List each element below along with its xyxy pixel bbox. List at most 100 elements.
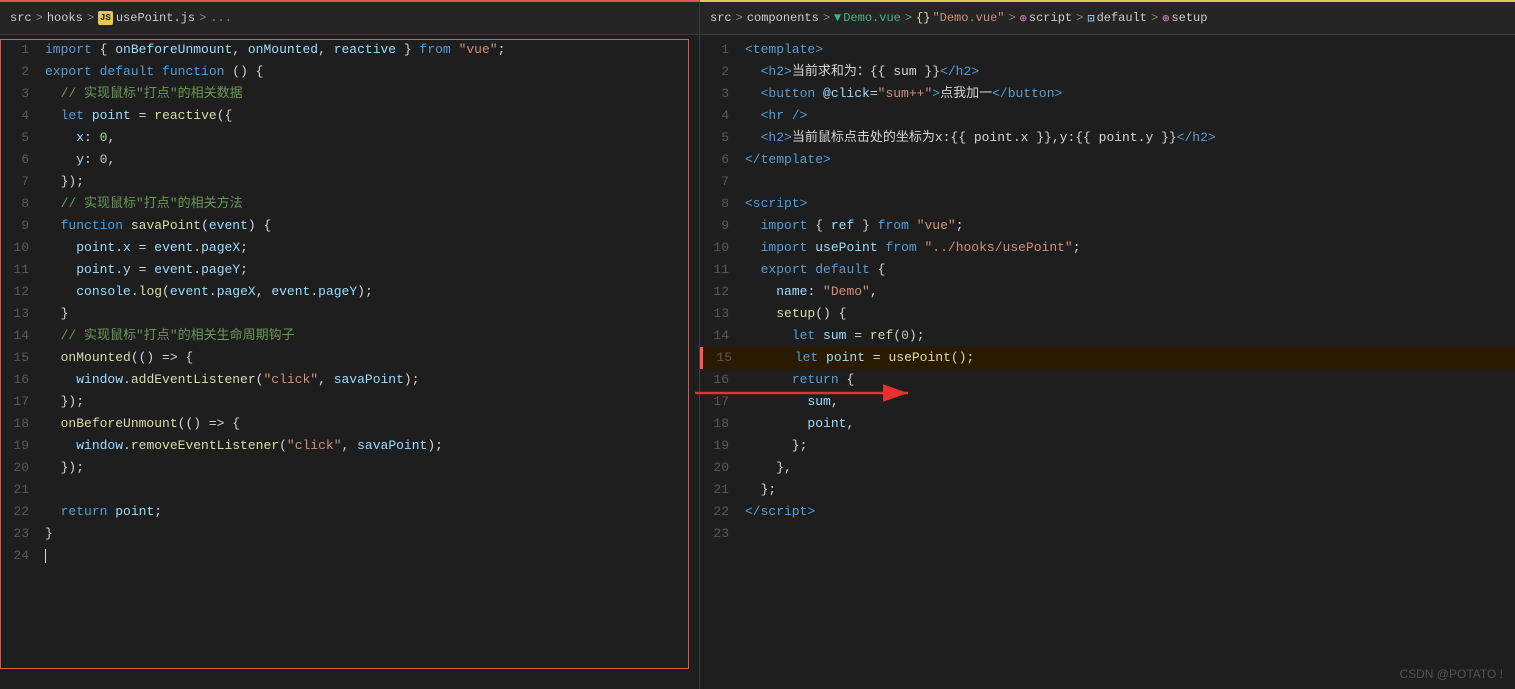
line-num: 24: [0, 545, 45, 567]
line-num: 2: [0, 61, 45, 83]
bc-r-components: components: [747, 11, 819, 25]
bc-r-demovue-str: "Demo.vue": [932, 11, 1004, 25]
code-line: 11 export default {: [700, 259, 1515, 281]
script-bc-icon: ⊕: [1020, 11, 1027, 26]
code-line: 3 <button @click="sum++">点我加一</button>: [700, 83, 1515, 105]
line-num: 6: [0, 149, 45, 171]
code-line: 13 setup() {: [700, 303, 1515, 325]
line-num: 11: [700, 259, 745, 281]
line-content: return point;: [45, 501, 699, 523]
code-line: 3 // 实现鼠标"打点"的相关数据: [0, 83, 699, 105]
bc-r-sep1: >: [736, 11, 743, 25]
line-content: </template>: [745, 149, 1515, 171]
line-content: point,: [745, 413, 1515, 435]
line-num: 22: [0, 501, 45, 523]
code-line: 16 return {: [700, 369, 1515, 391]
line-num: 17: [0, 391, 45, 413]
code-line: 23: [700, 523, 1515, 545]
code-line: 21: [0, 479, 699, 501]
code-line: 24: [0, 545, 699, 567]
code-line: 17 });: [0, 391, 699, 413]
line-num: 11: [0, 259, 45, 281]
line-content: x: 0,: [45, 127, 699, 149]
line-num: 10: [700, 237, 745, 259]
line-content: <button @click="sum++">点我加一</button>: [745, 83, 1515, 105]
line-num: 4: [0, 105, 45, 127]
bc-r-demo[interactable]: Demo.vue: [843, 11, 901, 25]
code-line: 8 // 实现鼠标"打点"的相关方法: [0, 193, 699, 215]
line-content: });: [45, 391, 699, 413]
line-content: export default function () {: [45, 61, 699, 83]
line-num: 9: [0, 215, 45, 237]
code-line: 19 window.removeEventListener("click", s…: [0, 435, 699, 457]
code-line: 5 <h2>当前鼠标点击处的坐标为x:{{ point.x }},y:{{ po…: [700, 127, 1515, 149]
code-line-highlighted: 15 let point = usePoint();: [700, 347, 1515, 369]
line-content: onMounted(() => {: [45, 347, 699, 369]
code-line: 11 point.y = event.pageY;: [0, 259, 699, 281]
line-num: 2: [700, 61, 745, 83]
line-content: [745, 171, 1515, 193]
line-content: <hr />: [745, 105, 1515, 127]
line-num: 13: [700, 303, 745, 325]
line-num: 20: [0, 457, 45, 479]
bc-file[interactable]: usePoint.js: [116, 11, 195, 25]
line-num: 16: [700, 369, 745, 391]
code-line: 9 function savaPoint(event) {: [0, 215, 699, 237]
line-num: 14: [0, 325, 45, 347]
line-content: point.x = event.pageX;: [45, 237, 699, 259]
js-icon: JS: [98, 11, 113, 25]
editor-left: 1 import { onBeforeUnmount, onMounted, r…: [0, 35, 700, 689]
line-content: [45, 479, 699, 501]
editor-right: 1 <template> 2 <h2>当前求和为：{{ sum }}</h2> …: [700, 35, 1515, 689]
bc-r-default: default: [1097, 11, 1147, 25]
line-content: import { onBeforeUnmount, onMounted, rea…: [45, 39, 699, 61]
line-content: <template>: [745, 39, 1515, 61]
line-content: };: [745, 435, 1515, 457]
code-line: 6 y: 0,: [0, 149, 699, 171]
line-num: 20: [700, 457, 745, 479]
bc-hooks: hooks: [47, 11, 83, 25]
bc-r-sep6: >: [1151, 11, 1158, 25]
code-line: 16 window.addEventListener("click", sava…: [0, 369, 699, 391]
code-line: 22 </script>: [700, 501, 1515, 523]
code-line: 1 import { onBeforeUnmount, onMounted, r…: [0, 39, 699, 61]
line-num: 18: [700, 413, 745, 435]
line-content: // 实现鼠标"打点"的相关方法: [45, 193, 699, 215]
line-num: 22: [700, 501, 745, 523]
line-num: 15: [703, 347, 748, 369]
bc-sep3: >: [199, 11, 206, 25]
line-num: 12: [700, 281, 745, 303]
code-line: 7 });: [0, 171, 699, 193]
code-line: 2 <h2>当前求和为：{{ sum }}</h2>: [700, 61, 1515, 83]
line-num: 5: [700, 127, 745, 149]
code-line: 14 let sum = ref(0);: [700, 325, 1515, 347]
code-line: 12 console.log(event.pageX, event.pageY)…: [0, 281, 699, 303]
line-content: window.removeEventListener("click", sava…: [45, 435, 699, 457]
code-line: 2 export default function () {: [0, 61, 699, 83]
line-num: 1: [0, 39, 45, 61]
editor-area: 1 import { onBeforeUnmount, onMounted, r…: [0, 35, 1515, 689]
code-line: 5 x: 0,: [0, 127, 699, 149]
bc-r-sep2: >: [823, 11, 830, 25]
line-num: 8: [0, 193, 45, 215]
line-content: };: [745, 479, 1515, 501]
line-content: window.addEventListener("click", savaPoi…: [45, 369, 699, 391]
line-num: 3: [700, 83, 745, 105]
line-content: [45, 545, 699, 567]
line-content: import usePoint from "../hooks/usePoint"…: [745, 237, 1515, 259]
vue-icon: ▼: [834, 11, 841, 25]
line-content: point.y = event.pageY;: [45, 259, 699, 281]
code-line: 18 onBeforeUnmount(() => {: [0, 413, 699, 435]
line-content: let sum = ref(0);: [745, 325, 1515, 347]
line-content: let point = usePoint();: [748, 347, 1515, 369]
line-num: 13: [0, 303, 45, 325]
code-line: 22 return point;: [0, 501, 699, 523]
bc-r-sep3: >: [905, 11, 912, 25]
line-content: }: [45, 523, 699, 545]
line-num: 21: [700, 479, 745, 501]
line-num: 15: [0, 347, 45, 369]
line-content: <h2>当前鼠标点击处的坐标为x:{{ point.x }},y:{{ poin…: [745, 127, 1515, 149]
code-line: 9 import { ref } from "vue";: [700, 215, 1515, 237]
line-content: });: [45, 171, 699, 193]
line-num: 1: [700, 39, 745, 61]
